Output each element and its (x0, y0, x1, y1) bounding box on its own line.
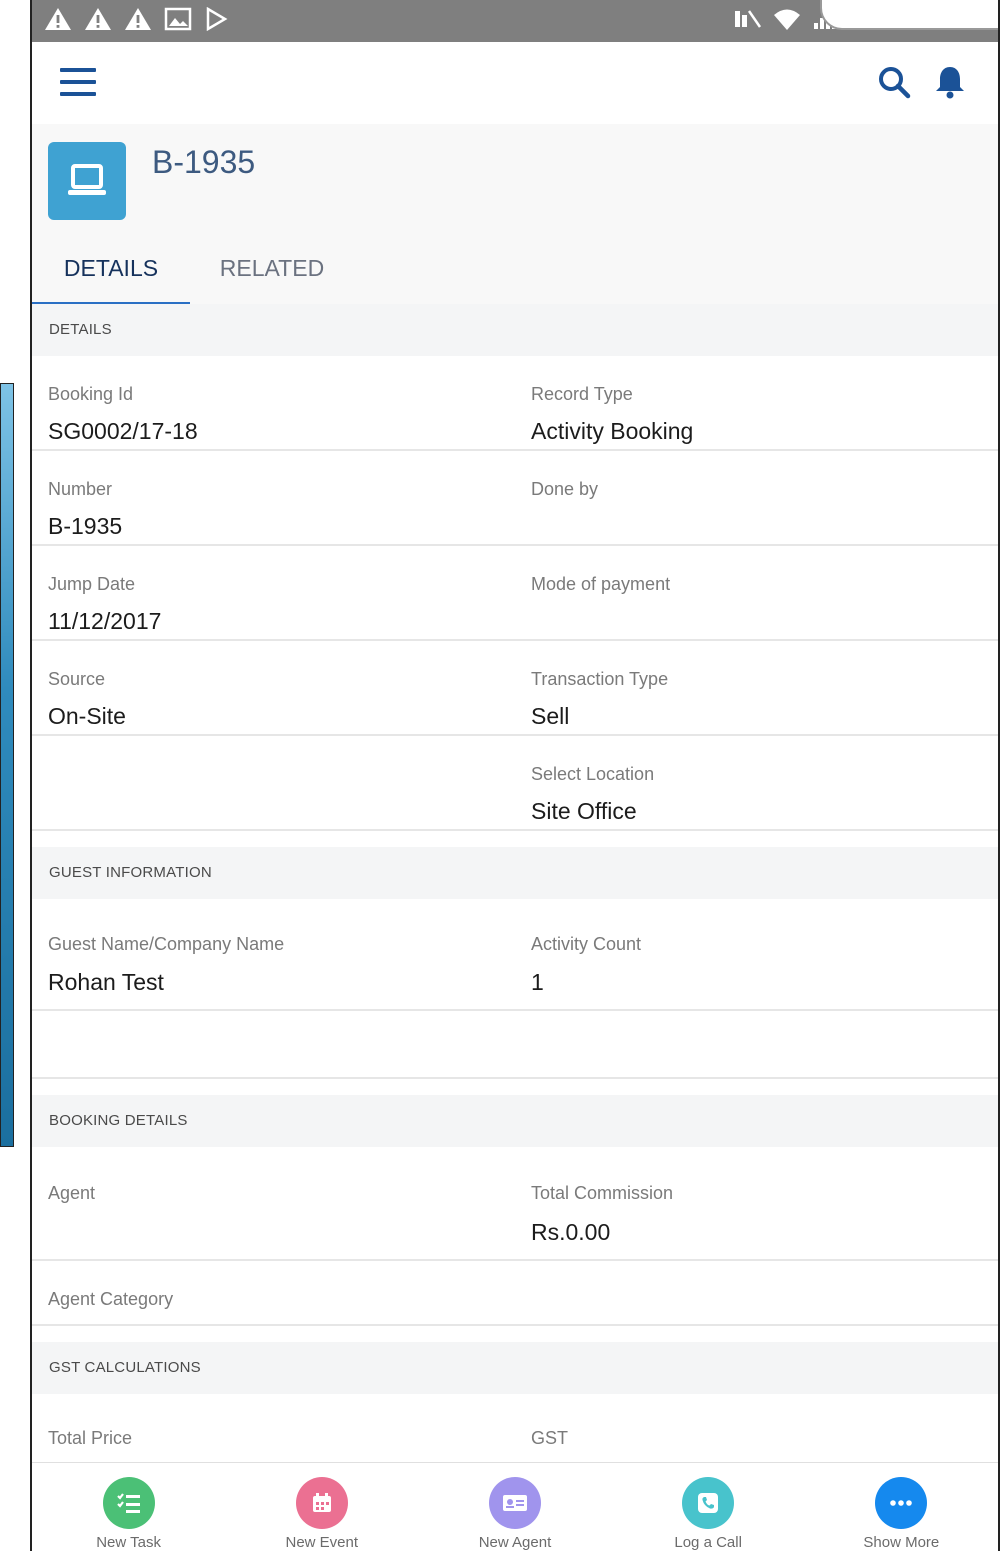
field-guest-name: Guest Name/Company Name Rohan Test (32, 899, 515, 1009)
phone-icon (682, 1477, 735, 1529)
field-transaction-type: Transaction Type Sell (515, 641, 998, 734)
field-value: Site Office (531, 798, 637, 824)
log-a-call-button[interactable]: Log a Call (612, 1463, 805, 1551)
new-task-button[interactable]: New Task (32, 1463, 225, 1551)
field-agent-category: Agent Category (32, 1261, 515, 1324)
action-label: Log a Call (674, 1534, 742, 1551)
field-select-location: Select Location Site Office (515, 736, 998, 829)
section-header-booking-details[interactable]: BOOKING DETAILS (32, 1095, 998, 1147)
field-row: Guest Name/Company Name Rohan Test Activ… (32, 899, 998, 1011)
field-label: Booking Id (48, 384, 134, 404)
field-done-by: Done by (515, 451, 998, 544)
more-icon (875, 1477, 928, 1529)
field-source: Source On-Site (32, 641, 515, 734)
new-agent-button[interactable]: New Agent (418, 1463, 611, 1551)
record-title: B-1935 (152, 144, 256, 180)
field-label: Transaction Type (531, 669, 669, 689)
field-value: On-Site (48, 703, 126, 729)
overlay-cutout (820, 0, 998, 30)
field-label: Activity Count (531, 934, 642, 954)
field-number: Number B-1935 (32, 451, 515, 544)
field-empty (515, 1261, 998, 1324)
field-label: Number (48, 479, 113, 499)
section-header-details[interactable]: DETAILS (32, 304, 998, 356)
field-label: Done by (531, 479, 599, 499)
section-spacer (32, 1326, 998, 1342)
empty-row (32, 1011, 998, 1079)
wifi-icon (774, 9, 800, 30)
field-row: Agent Category (32, 1261, 998, 1326)
field-record-type: Record Type Activity Booking (515, 356, 998, 449)
notification-icons (44, 6, 228, 32)
action-label: New Event (285, 1534, 359, 1551)
field-booking-id: Booking Id SG0002/17-18 (32, 356, 515, 449)
field-value: Rs.0.00 (531, 1219, 611, 1245)
field-label: Record Type (531, 384, 633, 404)
field-label: Agent Category (48, 1289, 174, 1309)
menu-icon[interactable] (60, 68, 96, 98)
field-label: Agent (48, 1183, 96, 1203)
field-value: Activity Booking (531, 418, 694, 444)
field-value: B-1935 (48, 513, 123, 539)
field-mode-of-payment: Mode of payment (515, 546, 998, 639)
phone-screen: B-1935 DETAILS RELATED DETAILS Booking I… (30, 0, 1000, 1551)
field-label: Jump Date (48, 574, 136, 594)
field-empty (32, 736, 515, 829)
warning-icon (85, 8, 111, 30)
action-label: New Task (96, 1534, 161, 1551)
field-row: Number B-1935 Done by (32, 451, 998, 546)
field-row: Booking Id SG0002/17-18 Record Type Acti… (32, 356, 998, 451)
section-header-gst-calculations[interactable]: GST CALCULATIONS (32, 1342, 998, 1394)
warning-icon (45, 8, 71, 30)
tab-details[interactable]: DETAILS (32, 250, 190, 305)
field-value: SG0002/17-18 (48, 418, 198, 444)
calendar-icon (295, 1477, 348, 1529)
warning-icon (125, 8, 151, 30)
field-row: Source On-Site Transaction Type Sell (32, 641, 998, 736)
action-bar: New Task New Event New Agent Log a Call … (32, 1462, 998, 1551)
section-spacer (32, 831, 998, 847)
section-spacer (32, 1079, 998, 1095)
field-activity-count: Activity Count 1 (515, 899, 998, 1009)
background-window-edge (0, 383, 14, 1147)
field-label: Select Location (531, 764, 655, 784)
task-list-icon (102, 1477, 155, 1529)
field-jump-date: Jump Date 11/12/2017 (32, 546, 515, 639)
field-label: Source (48, 669, 106, 689)
new-event-button[interactable]: New Event (225, 1463, 418, 1551)
field-label: Total Price (48, 1428, 133, 1448)
field-row: Agent Total Commission Rs.0.00 (32, 1147, 998, 1261)
field-label: Guest Name/Company Name (48, 934, 285, 954)
action-label: New Agent (478, 1534, 552, 1551)
record-details: DETAILS Booking Id SG0002/17-18 Record T… (32, 304, 998, 1474)
field-row: Select Location Site Office (32, 736, 998, 831)
field-value: Rohan Test (48, 969, 164, 995)
play-store-icon (206, 7, 228, 31)
search-icon[interactable] (876, 64, 912, 100)
mute-icon (735, 10, 762, 28)
field-label: GST (531, 1428, 569, 1448)
app-header (32, 42, 998, 125)
tab-bar: DETAILS RELATED (32, 250, 998, 305)
field-label: Mode of payment (531, 574, 671, 594)
record-header: B-1935 DETAILS RELATED (32, 124, 998, 306)
field-value: 11/12/2017 (48, 608, 162, 634)
field-value: Sell (531, 703, 570, 729)
contact-card-icon (488, 1477, 541, 1529)
action-label: Show More (863, 1534, 940, 1551)
field-value: 1 (531, 969, 544, 995)
field-row: Jump Date 11/12/2017 Mode of payment (32, 546, 998, 641)
status-bar (32, 0, 998, 44)
image-icon (164, 7, 192, 31)
field-label: Total Commission (531, 1183, 674, 1203)
field-total-commission: Total Commission Rs.0.00 (515, 1147, 998, 1259)
bell-icon[interactable] (932, 64, 968, 100)
field-agent: Agent (32, 1147, 515, 1259)
section-header-guest-information[interactable]: GUEST INFORMATION (32, 847, 998, 899)
show-more-button[interactable]: Show More (805, 1463, 998, 1551)
laptop-icon (48, 142, 126, 220)
tab-related[interactable]: RELATED (210, 250, 334, 302)
